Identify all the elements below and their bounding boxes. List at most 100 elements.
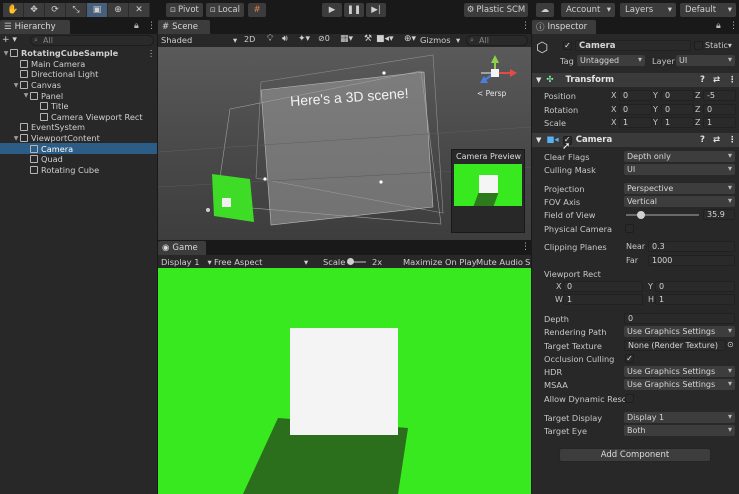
mute-audio-toggle[interactable]: Mute Audio — [476, 255, 523, 269]
hierarchy-item[interactable]: Title — [0, 101, 157, 112]
move-tool-icon[interactable]: ✥ — [24, 3, 45, 17]
display-dropdown[interactable]: Display 1 ▾ — [161, 255, 212, 269]
tools-toggle-icon[interactable]: ⚒ — [364, 34, 372, 44]
depth-field[interactable]: 0 — [624, 313, 735, 324]
hidden-objects-toggle[interactable]: ⊘0 — [318, 34, 330, 43]
viewport-w-field[interactable]: 1 — [563, 294, 643, 305]
mode-2d-toggle[interactable]: 2D — [244, 35, 259, 46]
kebab-menu-icon[interactable]: ⋮ — [729, 21, 738, 31]
viewport-y-field[interactable]: 0 — [655, 281, 735, 292]
fov-axis-dropdown[interactable]: Vertical — [624, 196, 735, 207]
gameobject-active-checkbox[interactable]: ✓ — [563, 41, 572, 50]
rect-tool-icon[interactable]: ▣ — [87, 3, 108, 17]
camera-handle[interactable] — [206, 208, 210, 212]
hierarchy-item[interactable]: ▼ RotatingCubeSample ⋮ — [0, 48, 157, 59]
foldout-arrow-icon[interactable]: ▼ — [2, 50, 10, 57]
panel-divider[interactable] — [157, 20, 158, 494]
tab-hierarchy[interactable]: ☰ Hierarchy — [0, 20, 70, 34]
target-eye-dropdown[interactable]: Both — [624, 425, 735, 436]
foldout-arrow-icon[interactable]: ▼ — [12, 135, 20, 142]
hierarchy-item[interactable]: Directional Light — [0, 69, 157, 80]
scale-x-axis-label[interactable]: X — [611, 118, 616, 127]
culling-mask-dropdown[interactable]: UI — [624, 164, 735, 175]
hierarchy-search-input[interactable]: ⌕ All — [30, 35, 154, 46]
maximize-on-play-toggle[interactable]: Maximize On Play — [403, 255, 477, 269]
kebab-menu-icon[interactable]: ⋮ — [728, 135, 737, 145]
game-viewport[interactable] — [158, 268, 531, 494]
account-dropdown[interactable]: Account ▾ — [561, 3, 615, 17]
help-icon[interactable]: ? — [700, 135, 705, 145]
effects-dropdown-icon[interactable]: ✦▾ — [298, 34, 310, 44]
preset-icon[interactable]: ⇄ — [713, 75, 720, 85]
scale-slider-track[interactable] — [346, 258, 366, 265]
rect-handle[interactable] — [379, 180, 383, 184]
layer-dropdown[interactable]: UI — [676, 55, 735, 66]
pause-button[interactable]: ❚❚ — [344, 3, 364, 17]
lock-icon[interactable]: 🔒︎ — [716, 21, 721, 31]
scale-y-axis-label[interactable]: Y — [653, 118, 658, 127]
gizmos-dropdown[interactable]: Gizmos ▾ — [420, 35, 463, 46]
viewport-h-field[interactable]: 1 — [655, 294, 735, 305]
tab-game[interactable]: ◉ Game — [158, 241, 206, 255]
pivot-toggle[interactable]: ⊡ Pivot — [166, 3, 203, 17]
viewport-x-field[interactable]: 0 — [563, 281, 643, 292]
hierarchy-item[interactable]: Main Camera — [0, 59, 157, 70]
grid-toggle-icon[interactable]: ▦▾ — [340, 34, 353, 44]
hierarchy-item[interactable]: Rotating Cube — [0, 165, 157, 176]
transform-tool-icon[interactable]: ⊕ — [108, 3, 129, 17]
scale-z-field[interactable]: 1 — [703, 117, 736, 128]
preset-icon[interactable]: ⇄ — [713, 135, 720, 145]
hdr-dropdown[interactable]: Use Graphics Settings — [624, 366, 735, 377]
play-button[interactable]: ▶ — [322, 3, 342, 17]
position-z-axis-label[interactable]: Z — [695, 91, 700, 100]
scale-z-axis-label[interactable]: Z — [695, 118, 700, 127]
camera-settings-icon[interactable]: ■◂▾ — [376, 34, 394, 44]
rect-handle[interactable] — [263, 177, 267, 181]
position-z-field[interactable]: -5 — [703, 90, 736, 101]
scene-viewport[interactable]: Here's a 3D scene! < Persp Camera Previe… — [158, 47, 531, 241]
layout-dropdown[interactable]: Default ▾ — [680, 3, 736, 17]
perspective-label[interactable]: < Persp — [477, 89, 506, 98]
clear-flags-dropdown[interactable]: Depth only — [624, 151, 735, 162]
physical-camera-checkbox[interactable] — [625, 224, 634, 233]
kebab-menu-icon[interactable]: ⋮ — [521, 242, 530, 252]
panel-divider[interactable] — [531, 20, 532, 494]
kebab-menu-icon[interactable]: ⋮ — [728, 75, 737, 85]
plastic-scm-button[interactable]: ⚙ Plastic SCM — [464, 3, 528, 17]
hierarchy-item[interactable]: ▼ Canvas — [0, 80, 157, 91]
scale-tool-icon[interactable]: ⤡ — [66, 3, 87, 17]
rotate-tool-icon[interactable]: ⟳ — [45, 3, 66, 17]
hierarchy-item[interactable]: ▼ Panel — [0, 90, 157, 101]
audio-toggle-icon[interactable]: 🔊︎ — [282, 34, 288, 44]
static-checkbox[interactable] — [694, 41, 703, 50]
local-toggle[interactable]: ⊡ Local — [206, 3, 244, 17]
scene-search-input[interactable]: ⌕ All — [466, 35, 528, 46]
rotation-z-axis-label[interactable]: Z — [695, 105, 700, 114]
custom-tool-icon[interactable]: ✕ — [129, 3, 150, 17]
foldout-arrow-icon[interactable]: ▼ — [22, 92, 30, 99]
kebab-menu-icon[interactable]: ⋮ — [147, 48, 155, 58]
layers-dropdown[interactable]: Layers ▾ — [620, 3, 676, 17]
position-y-field[interactable]: 0 — [661, 90, 694, 101]
help-icon[interactable]: ? — [700, 75, 705, 85]
transform-component-header[interactable]: ▼ ✣ Transform ? ⇄ ⋮ — [532, 73, 739, 87]
tab-scene[interactable]: # Scene — [158, 20, 210, 34]
tag-dropdown[interactable]: Untagged — [577, 55, 645, 66]
rotation-z-field[interactable]: 0 — [703, 103, 736, 115]
lock-icon[interactable]: 🔒︎ — [134, 21, 139, 31]
scale-y-field[interactable]: 1 — [661, 117, 694, 128]
hierarchy-item[interactable]: Camera — [0, 143, 157, 154]
hierarchy-item[interactable]: EventSystem — [0, 122, 157, 133]
rotation-gizmo-icon[interactable]: ⊕▾ — [404, 34, 416, 44]
add-object-button[interactable]: + ▾ — [2, 35, 28, 46]
stats-toggle[interactable]: S — [525, 255, 530, 269]
foldout-arrow-icon[interactable]: ▼ — [12, 82, 20, 89]
object-picker-icon[interactable]: ⊙ — [727, 340, 734, 349]
step-button[interactable]: ▶| — [366, 3, 386, 17]
rect-handle[interactable] — [382, 71, 386, 75]
tab-inspector[interactable]: ⓘ Inspector — [532, 20, 596, 34]
projection-dropdown[interactable]: Perspective — [624, 183, 735, 194]
orientation-gizmo[interactable]: < Persp — [473, 53, 523, 98]
fov-slider-thumb[interactable] — [636, 211, 645, 219]
add-component-button[interactable]: Add Component — [559, 448, 711, 462]
